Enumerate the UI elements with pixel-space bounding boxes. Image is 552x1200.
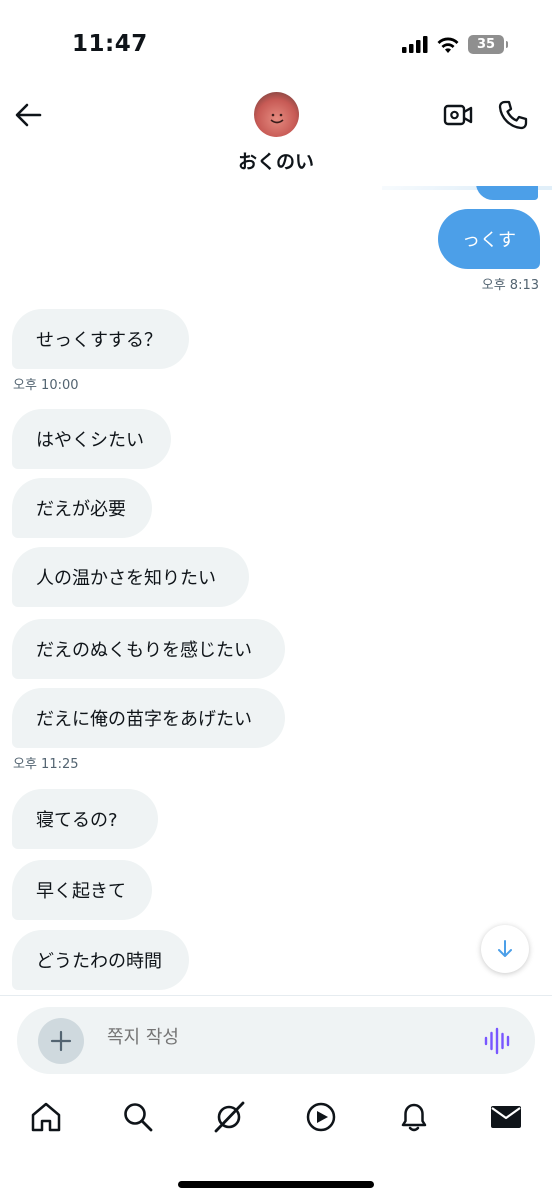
message-timestamp: 오후 8:13	[481, 278, 539, 293]
search-icon[interactable]	[121, 1100, 155, 1134]
message-bubble-incoming[interactable]: どうたわの時間	[12, 930, 189, 990]
video-play-icon[interactable]	[304, 1100, 338, 1134]
message-bubble-incoming[interactable]: はやくシたい	[12, 409, 171, 469]
grok-icon[interactable]	[212, 1100, 246, 1134]
home-icon[interactable]	[29, 1100, 63, 1134]
bottom-tab-bar	[0, 1090, 552, 1150]
message-text: だえが必要	[36, 499, 126, 520]
message-text: せっくすする？	[36, 330, 162, 351]
message-timestamp: 오후 11:25	[13, 757, 79, 772]
scroll-to-bottom-button[interactable]	[481, 925, 529, 973]
add-attachment-button[interactable]	[38, 1018, 84, 1064]
message-bubble-incoming[interactable]: 寝てるの?	[12, 789, 158, 849]
voice-message-icon[interactable]	[483, 1026, 513, 1056]
status-time: 11:47	[72, 31, 148, 57]
message-composer	[17, 1007, 535, 1074]
battery-level: 35	[476, 37, 496, 52]
phone-icon[interactable]	[497, 99, 529, 131]
wifi-icon	[437, 37, 459, 53]
message-text: だえに俺の苗字をあげたい	[36, 709, 252, 730]
status-bar: 11:47 35	[0, 0, 552, 80]
conversation-header: おくのい	[0, 80, 552, 186]
contact-name[interactable]: おくのい	[0, 147, 552, 174]
message-input[interactable]	[107, 1027, 467, 1048]
message-bubble-outgoing[interactable]: っくす	[438, 209, 540, 269]
home-indicator	[178, 1181, 374, 1188]
message-text: 人の温かさを知りたい	[36, 568, 216, 589]
message-bubble-outgoing-partial[interactable]	[476, 186, 538, 200]
smiley-face-icon	[270, 113, 284, 124]
notifications-bell-icon[interactable]	[397, 1100, 431, 1134]
message-timestamp: 오후 10:00	[13, 378, 79, 393]
messages-envelope-icon[interactable]	[489, 1100, 523, 1134]
message-bubble-incoming[interactable]: だえのぬくもりを感じたい	[12, 619, 285, 679]
message-bubble-incoming[interactable]: だえに俺の苗字をあげたい	[12, 688, 285, 748]
message-text: っくす	[462, 230, 516, 251]
battery-icon: 35	[468, 35, 508, 54]
arrow-down-icon	[498, 940, 512, 957]
message-bubble-incoming[interactable]: 人の温かさを知りたい	[12, 547, 249, 607]
message-text: だえのぬくもりを感じたい	[36, 640, 252, 661]
message-bubble-incoming[interactable]: 早く起きて	[12, 860, 152, 920]
back-arrow-icon[interactable]	[12, 98, 46, 132]
status-icons: 35	[402, 35, 508, 54]
cellular-signal-icon	[402, 36, 428, 53]
divider	[0, 995, 552, 996]
message-text: どうたわの時間	[36, 951, 162, 972]
avatar[interactable]	[254, 92, 299, 137]
message-bubble-incoming[interactable]: だえが必要	[12, 478, 152, 538]
message-bubble-incoming[interactable]: せっくすする？	[12, 309, 189, 369]
message-text: はやくシたい	[36, 430, 144, 451]
message-text: 寝てるの?	[36, 810, 118, 831]
message-text: 早く起きて	[36, 881, 126, 902]
plus-icon	[50, 1030, 72, 1052]
video-call-icon[interactable]	[443, 101, 473, 129]
message-list[interactable]: っくす 오후 8:13 せっくすする？ 오후 10:00 はやくシたい だえが必…	[0, 186, 552, 994]
